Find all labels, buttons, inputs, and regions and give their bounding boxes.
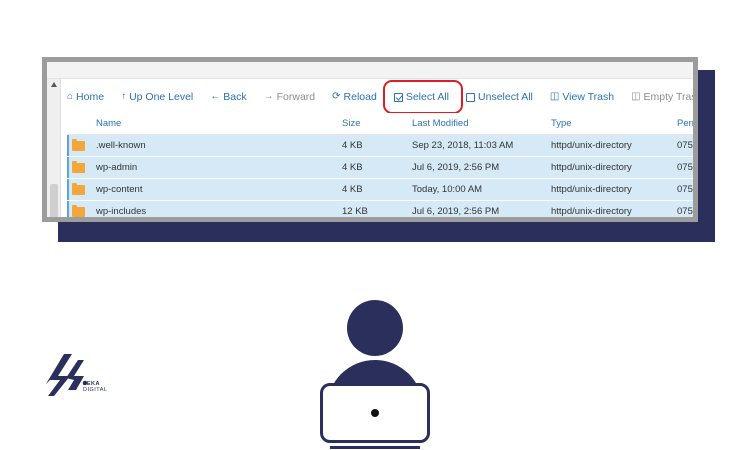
back-button[interactable]: ← Back	[210, 91, 246, 103]
file-name[interactable]: wp-includes	[96, 201, 146, 217]
file-type: httpd/unix-directory	[551, 184, 632, 195]
folder-icon	[72, 205, 85, 217]
file-name[interactable]: wp-admin	[96, 157, 137, 179]
person-head-illustration	[347, 300, 403, 356]
trash-icon: ◫	[549, 91, 560, 102]
unselect-all-label: Unselect All	[478, 91, 533, 103]
window-top-bar	[47, 62, 693, 79]
file-permissions: 0755	[677, 140, 698, 151]
back-arrow-icon: ←	[210, 91, 221, 102]
logo-sub: DIGITAL	[83, 387, 108, 393]
file-type: httpd/unix-directory	[551, 162, 632, 173]
file-modified: Today, 10:00 AM	[412, 184, 483, 195]
file-name[interactable]: .well-known	[96, 135, 146, 157]
reload-button[interactable]: ⟳ Reload	[332, 91, 377, 103]
row-selection-edge	[67, 201, 69, 217]
folder-icon	[72, 161, 85, 173]
file-size: 4 KB	[342, 140, 363, 151]
file-type: httpd/unix-directory	[551, 206, 632, 217]
up-one-level-button[interactable]: ↑ Up One Level	[121, 91, 193, 103]
vertical-scrollbar[interactable]	[47, 79, 61, 217]
file-name[interactable]: wp-content	[96, 179, 142, 201]
column-header-permissions[interactable]: Perm	[677, 113, 693, 135]
folder-icon	[72, 183, 85, 195]
reload-label: Reload	[343, 91, 377, 103]
up-one-level-label: Up One Level	[129, 91, 194, 103]
empty-trash-label: Empty Tras	[643, 91, 697, 103]
row-selection-edge	[67, 179, 69, 200]
laptop-camera-dot	[371, 409, 379, 417]
laptop-base-illustration	[330, 446, 420, 449]
column-header-name[interactable]: Name	[96, 113, 121, 135]
file-size: 4 KB	[342, 162, 363, 173]
file-permissions: 0755	[677, 206, 698, 217]
back-label: Back	[223, 91, 247, 103]
view-trash-button[interactable]: ◫ View Trash	[550, 91, 614, 103]
table-row[interactable]: wp-content 4 KB Today, 10:00 AM httpd/un…	[67, 179, 698, 201]
table-row[interactable]: wp-includes 12 KB Jul 6, 2019, 2:56 PM h…	[67, 201, 698, 217]
column-header-size[interactable]: Size	[342, 113, 360, 135]
unselect-all-button[interactable]: Unselect All	[466, 91, 533, 103]
table-row[interactable]: .well-known 4 KB Sep 23, 2018, 11:03 AM …	[67, 135, 698, 157]
row-selection-edge	[67, 157, 69, 178]
file-size: 12 KB	[342, 206, 368, 217]
folder-icon	[72, 139, 85, 151]
empty-trash-button[interactable]: ◫ Empty Tras	[631, 91, 697, 103]
file-table: Name Size Last Modified Type Perm .well-…	[67, 113, 698, 217]
column-header-last-modified[interactable]: Last Modified	[412, 113, 469, 135]
forward-label: Forward	[276, 91, 316, 103]
trash-icon: ◫	[631, 91, 641, 102]
scroll-up-arrow-icon[interactable]	[51, 82, 57, 87]
up-level-icon: ↑	[121, 91, 127, 102]
scrollbar-thumb[interactable]	[50, 184, 58, 217]
view-trash-label: View Trash	[562, 91, 615, 103]
reload-icon: ⟳	[332, 91, 341, 102]
home-icon: ⌂	[67, 91, 74, 102]
file-manager-screenshot: ⌂ Home ↑ Up One Level ← Back → Forward ⟳…	[42, 57, 698, 222]
file-type: httpd/unix-directory	[551, 140, 632, 151]
file-modified: Jul 6, 2019, 2:56 PM	[412, 162, 500, 173]
file-permissions: 0755	[677, 162, 698, 173]
forward-button[interactable]: → Forward	[264, 91, 316, 103]
column-header-type[interactable]: Type	[551, 113, 572, 135]
row-selection-edge	[67, 135, 69, 156]
file-permissions: 0755	[677, 184, 698, 195]
checkbox-empty-icon	[466, 92, 476, 102]
checkbox-checked-icon	[393, 92, 403, 102]
home-label: Home	[76, 91, 105, 103]
file-modified: Jul 6, 2019, 2:56 PM	[412, 206, 500, 217]
file-modified: Sep 23, 2018, 11:03 AM	[412, 140, 514, 151]
home-button[interactable]: ⌂ Home	[67, 91, 104, 103]
forward-arrow-icon: →	[263, 91, 274, 102]
logo-text: ZEKA DIGITAL	[83, 381, 108, 393]
select-all-button[interactable]: Select All	[382, 80, 464, 114]
table-row[interactable]: wp-admin 4 KB Jul 6, 2019, 2:56 PM httpd…	[67, 157, 698, 179]
table-header: Name Size Last Modified Type Perm	[67, 113, 693, 135]
select-all-label: Select All	[405, 91, 450, 103]
file-toolbar: ⌂ Home ↑ Up One Level ← Back → Forward ⟳…	[67, 80, 697, 114]
file-size: 4 KB	[342, 184, 363, 195]
